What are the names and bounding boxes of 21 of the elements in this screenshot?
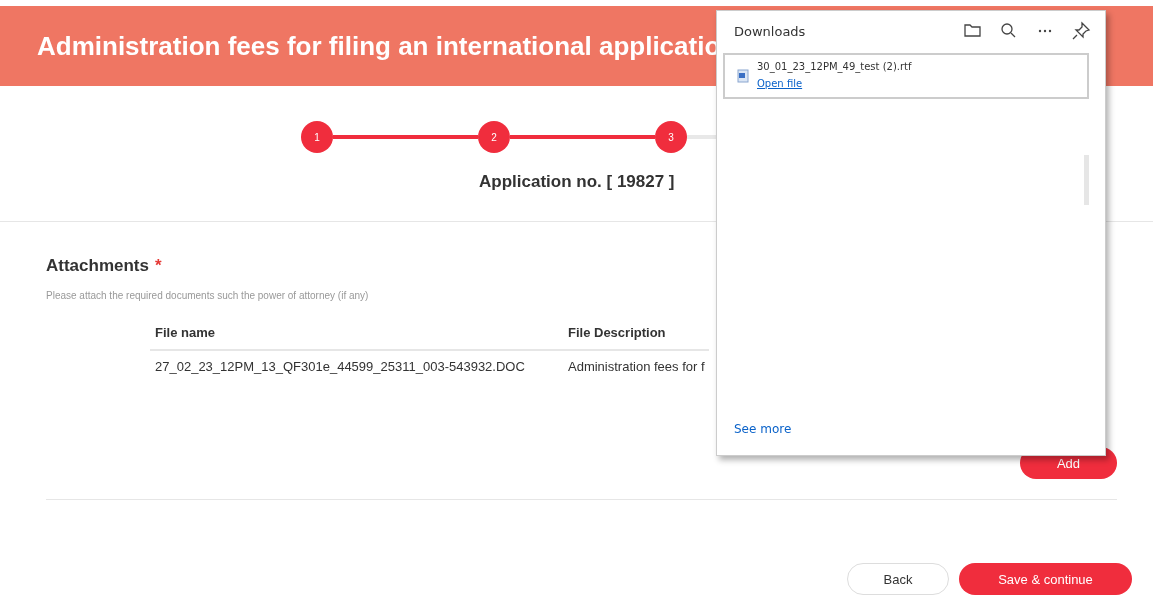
- step-circle: 1: [301, 121, 333, 153]
- step-circle: 3: [655, 121, 687, 153]
- page-title: Administration fees for filing an international applicatio: [37, 30, 721, 62]
- hint-text: Please attach the required documents such the power of attorney (if any): [46, 290, 370, 301]
- document-icon: [737, 69, 749, 83]
- table-cell: 27_02_23_12PM_13_QF301e_44599_25311_003-543932.DOC: [150, 350, 563, 374]
- file-name: 30_01_23_12PM_49_test (2).rtf: [757, 61, 912, 72]
- section-title: Attachments: [46, 256, 149, 276]
- save-button[interactable]: Save & continue: [959, 563, 1132, 595]
- download-item[interactable]: 30_01_23_12PM_49_test (2).rtf Open file: [723, 53, 1089, 99]
- step-circle: 2: [478, 121, 510, 153]
- required-mark: *: [154, 256, 162, 276]
- column-header: File Description: [563, 325, 709, 350]
- panel-title: Downloads: [734, 23, 807, 39]
- column-header: File name: [150, 325, 563, 350]
- pin-icon[interactable]: [1071, 21, 1091, 41]
- see-more-link[interactable]: See more: [734, 422, 792, 436]
- application-number: Application no. [ 19827 ]: [479, 172, 675, 192]
- open-file-link[interactable]: Open file: [757, 78, 803, 89]
- back-button[interactable]: Back: [847, 563, 949, 595]
- table-cell: Administration fees for f: [563, 350, 709, 374]
